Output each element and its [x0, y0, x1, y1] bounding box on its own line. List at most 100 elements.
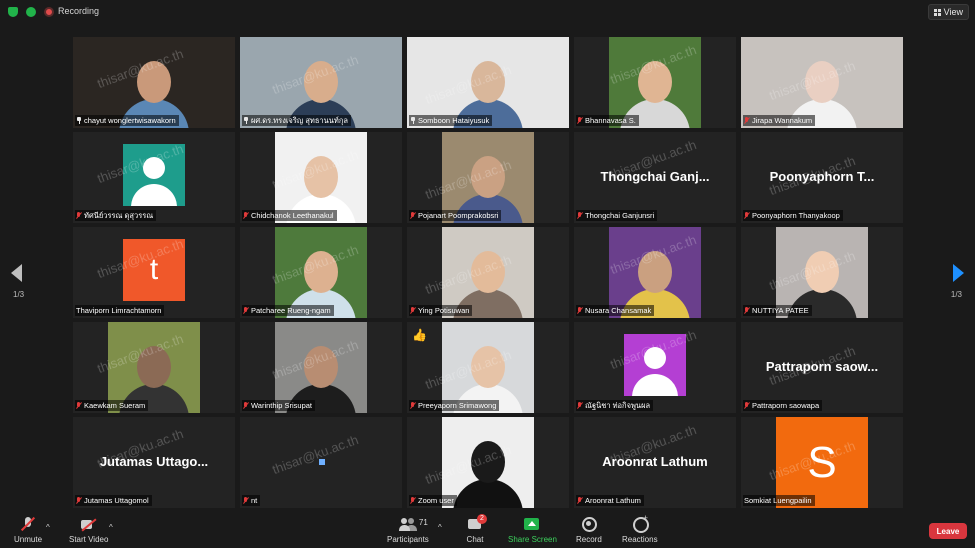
participant-face-shape [471, 441, 505, 483]
top-bar: Recording View [0, 0, 975, 24]
participant-tile[interactable]: thisar@ku.ac.th Nusara Chansamak [574, 227, 736, 318]
participant-name-label: chayut wonglertwisawakorn [75, 115, 179, 126]
participant-display-name: Poonyaphorn T... [769, 169, 875, 184]
participant-name: Chidchanok Leethanakul [251, 211, 334, 220]
participant-tile[interactable]: thisar@ku.ac.th ผศ.ดร.ทรงเจริญ สุทธานนท์ก… [240, 37, 402, 128]
participant-tile[interactable]: thisar@ku.ac.th Warinthip Srisupat [240, 322, 402, 413]
next-page-arrow-icon[interactable] [953, 264, 964, 282]
participant-tile[interactable]: thisar@ku.ac.th ทัศนีย์วรรณ ดุสุวรรณ [73, 132, 235, 223]
participant-display-name: Thongchai Ganj... [600, 169, 710, 184]
meeting-toolbar: Unmute ^ Start Video ^ 71 Participants ^… [0, 513, 975, 548]
participant-name: ผศ.ดร.ทรงเจริญ สุทธานนท์กุล [251, 116, 348, 125]
participant-tile[interactable]: t thisar@ku.ac.th Thaviporn Limrachtamorn [73, 227, 235, 318]
participant-name-label: ผศ.ดร.ทรงเจริญ สุทธานนท์กุล [242, 115, 351, 126]
participant-tile[interactable]: thisar@ku.ac.th Zoom user [407, 417, 569, 508]
start-video-button[interactable]: Start Video [69, 517, 108, 544]
view-label: View [943, 7, 963, 17]
microphone-muted-icon [243, 402, 249, 409]
participant-body-shape [453, 479, 523, 508]
share-screen-icon [523, 517, 541, 532]
microphone-muted-icon [744, 117, 750, 124]
default-avatar-icon [123, 144, 185, 206]
participant-tile[interactable]: thisar@ku.ac.th Bhannavasa S. [574, 37, 736, 128]
participant-name-label: Bhannavasa S. [576, 115, 639, 126]
participant-name-label: Thaviporn Limrachtamorn [75, 305, 165, 316]
loading-indicator-icon [319, 459, 325, 465]
microphone-muted-icon [744, 402, 750, 409]
microphone-muted-icon [410, 402, 416, 409]
participant-tile[interactable]: Pattraporn saow... thisar@ku.ac.th Pattrap… [741, 322, 903, 413]
microphone-muted-icon [243, 497, 249, 504]
participant-face-shape [638, 251, 672, 293]
participant-tile[interactable]: thisar@ku.ac.th nt [240, 417, 402, 508]
participant-name: Preeyaporn Srimawong [418, 401, 497, 410]
participant-tile[interactable]: Sthisar@ku.ac.th Somkiat Luengpailin [741, 417, 903, 508]
video-options-chevron-up-icon[interactable]: ^ [109, 523, 113, 532]
microphone-muted-icon [243, 307, 249, 314]
chat-button[interactable]: 2 Chat [466, 514, 487, 544]
avatar-letter: S [807, 437, 837, 487]
share-screen-button[interactable]: Share Screen [508, 517, 557, 544]
participant-tile[interactable]: 👍 thisar@ku.ac.th Preeyaporn Srimawong [407, 322, 569, 413]
participant-tile[interactable]: thisar@ku.ac.th Somboon Hataiyusuk [407, 37, 569, 128]
microphone-muted-icon [76, 497, 82, 504]
avatar-letter: t [149, 253, 159, 286]
participants-icon: 71 [398, 517, 428, 532]
participant-tile[interactable]: thisar@ku.ac.th Jirapa Wannakum [741, 37, 903, 128]
participant-name-label: Kaewkam Sueram [75, 400, 149, 411]
microphone-muted-icon [76, 212, 82, 219]
participant-tile[interactable]: thisar@ku.ac.th chayut wonglertwisawakorn [73, 37, 235, 128]
participant-tile[interactable]: Aroonrat Lathum thisar@ku.ac.th Aroonrat L… [574, 417, 736, 508]
participant-name-label: ทัศนีย์วรรณ ดุสุวรรณ [75, 210, 157, 221]
participant-name: Nusara Chansamak [585, 306, 652, 315]
participant-tile[interactable]: thisar@ku.ac.th Chidchanok Leethanakul [240, 132, 402, 223]
participant-face-shape [137, 346, 171, 388]
participant-name-label: Warinthip Srisupat [242, 400, 315, 411]
participant-tile[interactable]: thisar@ku.ac.th Ying Potisuwan [407, 227, 569, 318]
shield-icon[interactable] [8, 7, 18, 17]
participants-options-chevron-up-icon[interactable]: ^ [438, 523, 442, 532]
participants-count: 71 [418, 518, 428, 527]
unmute-button[interactable]: Unmute [14, 517, 42, 544]
microphone-muted-icon [19, 517, 37, 532]
participant-name: NUTTIYA PATEE [752, 306, 809, 315]
participants-button[interactable]: 71 Participants [387, 517, 429, 544]
chat-unread-badge: 2 [477, 514, 487, 524]
share-screen-label: Share Screen [508, 535, 557, 544]
previous-page-arrow-icon[interactable] [11, 264, 22, 282]
page-indicator-left: 1/3 [13, 290, 25, 299]
record-icon [580, 517, 598, 532]
microphone-muted-icon [410, 307, 416, 314]
record-button[interactable]: Record [576, 517, 602, 544]
participant-tile[interactable]: thisar@ku.ac.th ณัฐนิชา ท่อกิจพูนผล [574, 322, 736, 413]
participant-name-label: Patcharee Rueng-ngam [242, 305, 334, 316]
participant-tile[interactable]: Thongchai Ganj... thisar@ku.ac.th Thongcha… [574, 132, 736, 223]
camera-off-icon [80, 517, 98, 532]
participant-tile[interactable]: thisar@ku.ac.th NUTTIYA PATEE [741, 227, 903, 318]
microphone-muted-icon [577, 212, 583, 219]
microphone-muted-icon [577, 307, 583, 314]
participant-name-label: ณัฐนิชา ท่อกิจพูนผล [576, 400, 654, 411]
participant-tile[interactable]: thisar@ku.ac.th Kaewkam Sueram [73, 322, 235, 413]
leave-button[interactable]: Leave [929, 523, 967, 539]
participant-name-label: Poonyaphorn Thanyakoop [743, 210, 843, 221]
participant-face-shape [805, 61, 839, 103]
participant-name-label: Somkiat Luengpailin [743, 495, 815, 506]
participant-tile[interactable]: thisar@ku.ac.th Pojanart Poomprakobsri [407, 132, 569, 223]
microphone-muted-icon [577, 497, 583, 504]
participant-name: Ying Potisuwan [418, 306, 470, 315]
encryption-icon[interactable] [26, 7, 36, 17]
thumbs-up-reaction-icon: 👍 [412, 328, 427, 342]
participant-face-shape [304, 346, 338, 388]
participant-tile[interactable]: thisar@ku.ac.th Patcharee Rueng-ngam [240, 227, 402, 318]
view-button[interactable]: View [927, 4, 969, 20]
participant-face-shape [137, 61, 171, 103]
participant-tile[interactable]: Poonyaphorn T... thisar@ku.ac.th Poonyapho… [741, 132, 903, 223]
microphone-muted-icon [577, 117, 583, 124]
participant-name-label: Pojanart Poomprakobsri [409, 210, 502, 221]
audio-options-chevron-up-icon[interactable]: ^ [46, 523, 50, 532]
participant-name-label: Somboon Hataiyusuk [409, 115, 493, 126]
participant-tile[interactable]: Jutamas Uttago... thisar@ku.ac.th Jutamas … [73, 417, 235, 508]
reactions-button[interactable]: Reactions [622, 513, 658, 544]
participant-name: ณัฐนิชา ท่อกิจพูนผล [585, 401, 651, 410]
